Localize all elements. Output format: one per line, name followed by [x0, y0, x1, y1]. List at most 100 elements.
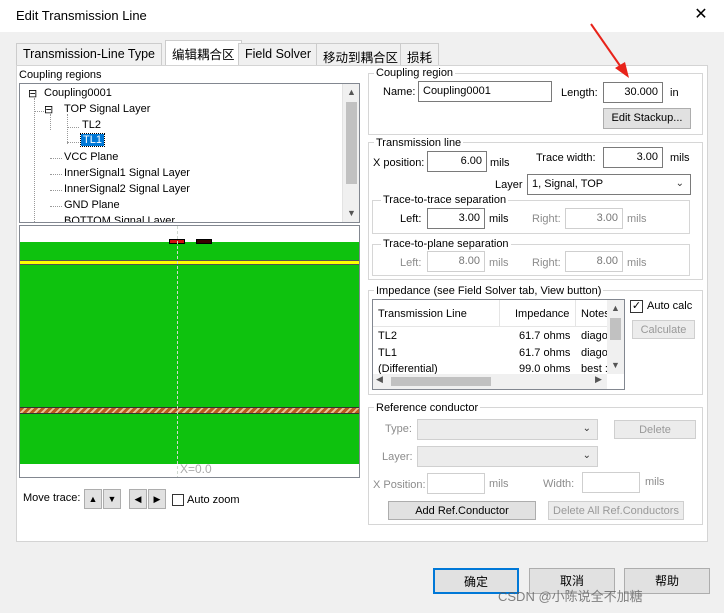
col-header-impedance[interactable]: Impedance [515, 308, 569, 320]
x-position-input[interactable]: 6.00 [427, 151, 487, 172]
scroll-down-icon[interactable]: ▼ [343, 205, 359, 222]
center-line [177, 226, 178, 477]
t2p-right-unit: mils [627, 257, 647, 269]
col-divider [575, 300, 576, 327]
trace-tl2[interactable] [196, 239, 212, 244]
auto-calc-checkbox[interactable]: ✓ [630, 300, 643, 313]
move-up-button[interactable]: ▲ [84, 489, 102, 509]
tab-move-to-coupling-region[interactable]: 移动到耦合区 [316, 43, 406, 65]
table-hscroll-thumb[interactable] [391, 377, 491, 386]
tree-item-bottom-signal-layer[interactable]: BOTTOM Signal Layer [64, 215, 175, 222]
tab-field-solver[interactable]: Field Solver [238, 43, 318, 65]
tree-expander-coupling0001[interactable]: ⊟ [28, 87, 37, 100]
dielectric-top [20, 242, 359, 260]
coupling-regions-tree[interactable]: ⊟ Coupling0001 ⊟ TOP Signal Layer TL2 TL… [19, 83, 360, 223]
reference-conductor-legend: Reference conductor [374, 402, 481, 414]
ref-xpos-input [427, 473, 485, 494]
table-cell: TL2 [378, 330, 397, 342]
ref-xpos-label: X Position: [373, 479, 426, 491]
edit-stackup-button[interactable]: Edit Stackup... [603, 108, 691, 129]
ref-type-label: Type: [385, 423, 412, 435]
coupling-region-legend: Coupling region [374, 67, 456, 79]
name-input[interactable]: Coupling0001 [418, 81, 552, 102]
trace-width-label: Trace width: [536, 152, 596, 164]
ref-width-unit: mils [645, 476, 665, 488]
t2p-left-label: Left: [400, 257, 422, 269]
transmission-line-legend: Transmission line [374, 137, 464, 149]
tree-item-coupling0001[interactable]: Coupling0001 [44, 87, 112, 99]
col-header-notes[interactable]: Notes [581, 308, 609, 320]
tree-expander-top-signal-layer[interactable]: ⊟ [44, 103, 53, 116]
ref-layer-select: ⌄ [417, 446, 598, 467]
table-vscroll[interactable]: ▲ ▼ [607, 300, 624, 374]
chevron-down-icon: ⌄ [582, 423, 591, 434]
tree-item-innersignal2[interactable]: InnerSignal2 Signal Layer [64, 183, 190, 195]
scroll-down-icon[interactable]: ▼ [607, 357, 624, 374]
tree-item-vcc-plane[interactable]: VCC Plane [64, 151, 118, 163]
coupling-regions-label: Coupling regions [19, 69, 102, 81]
tree-scrollbar[interactable]: ▲ ▼ [342, 84, 359, 222]
tree-item-innersignal1[interactable]: InnerSignal1 Signal Layer [64, 167, 190, 179]
tab-edit-coupling-region[interactable]: 编辑耦合区 [165, 40, 242, 66]
tree-item-tl1[interactable]: TL1 [80, 133, 105, 147]
copper-plane-bottom [20, 407, 359, 414]
length-input[interactable]: 30.000 [603, 82, 663, 103]
t2t-right-input: 3.00 [565, 208, 623, 229]
tab-transmission-line-type[interactable]: Transmission-Line Type [16, 43, 163, 65]
ref-xpos-unit: mils [489, 478, 509, 490]
col-divider [499, 300, 500, 327]
tab-loss[interactable]: 损耗 [400, 43, 440, 65]
x-readout: X=0.0 [180, 462, 212, 476]
move-down-button[interactable]: ▼ [103, 489, 121, 509]
dielectric-middle [20, 265, 359, 407]
stackup-preview: X=0.0 [19, 225, 360, 478]
tree-item-tl2[interactable]: TL2 [82, 119, 101, 131]
chevron-down-icon: ⌄ [675, 178, 684, 189]
chevron-down-icon: ⌄ [582, 450, 591, 461]
col-header-line[interactable]: Transmission Line [378, 308, 467, 320]
tree-item-top-signal-layer[interactable]: TOP Signal Layer [64, 103, 150, 115]
t2t-left-unit: mils [489, 213, 509, 225]
ref-delete-button: Delete [614, 420, 696, 439]
tree-item-gnd-plane[interactable]: GND Plane [64, 199, 120, 211]
trace-width-input[interactable]: 3.00 [603, 147, 663, 168]
calculate-button[interactable]: Calculate [632, 320, 695, 339]
scroll-right-icon[interactable]: ▶ [595, 374, 602, 385]
table-cell: 61.7 ohms [519, 330, 571, 342]
table-vscroll-thumb[interactable] [610, 318, 621, 340]
layer-select-value: 1, Signal, TOP [532, 178, 604, 190]
auto-zoom-checkbox[interactable] [172, 494, 184, 506]
layer-select[interactable]: 1, Signal, TOP ⌄ [527, 174, 691, 195]
t2p-right-label: Right: [532, 257, 561, 269]
t2t-left-input[interactable]: 3.00 [427, 208, 485, 229]
auto-zoom-label: Auto zoom [187, 494, 240, 506]
dielectric-bottom [20, 414, 359, 464]
window-title: Edit Transmission Line [16, 8, 147, 23]
trace-to-plane-legend: Trace-to-plane separation [381, 238, 511, 250]
annotation-arrow-icon [590, 23, 629, 78]
table-hscroll[interactable]: ◀ ▶ [373, 374, 607, 389]
trace-to-trace-legend: Trace-to-trace separation [381, 194, 509, 206]
length-label: Length: [561, 87, 598, 99]
impedance-table[interactable]: Transmission Line Impedance Notes TL2 61… [372, 299, 625, 390]
x-position-unit: mils [490, 157, 510, 169]
ref-layer-label: Layer: [382, 451, 413, 463]
move-right-button[interactable]: ▶ [148, 489, 166, 509]
t2p-left-input: 8.00 [427, 251, 485, 272]
move-trace-label: Move trace: [23, 492, 81, 504]
close-icon[interactable]: ✕ [690, 4, 712, 26]
scroll-up-icon[interactable]: ▲ [343, 84, 359, 101]
ref-type-select: ⌄ [417, 419, 598, 440]
table-cell: diago [581, 330, 608, 342]
impedance-legend: Impedance (see Field Solver tab, View bu… [374, 285, 604, 297]
table-cell: TL1 [378, 347, 397, 359]
add-ref-conductor-button[interactable]: Add Ref.Conductor [388, 501, 536, 520]
t2p-left-unit: mils [489, 257, 509, 269]
length-unit: in [670, 87, 679, 99]
t2t-right-unit: mils [627, 213, 647, 225]
t2p-right-input: 8.00 [565, 251, 623, 272]
scroll-left-icon[interactable]: ◀ [376, 374, 383, 385]
tree-scroll-thumb[interactable] [346, 102, 357, 184]
scroll-up-icon[interactable]: ▲ [607, 300, 624, 317]
move-left-button[interactable]: ◀ [129, 489, 147, 509]
